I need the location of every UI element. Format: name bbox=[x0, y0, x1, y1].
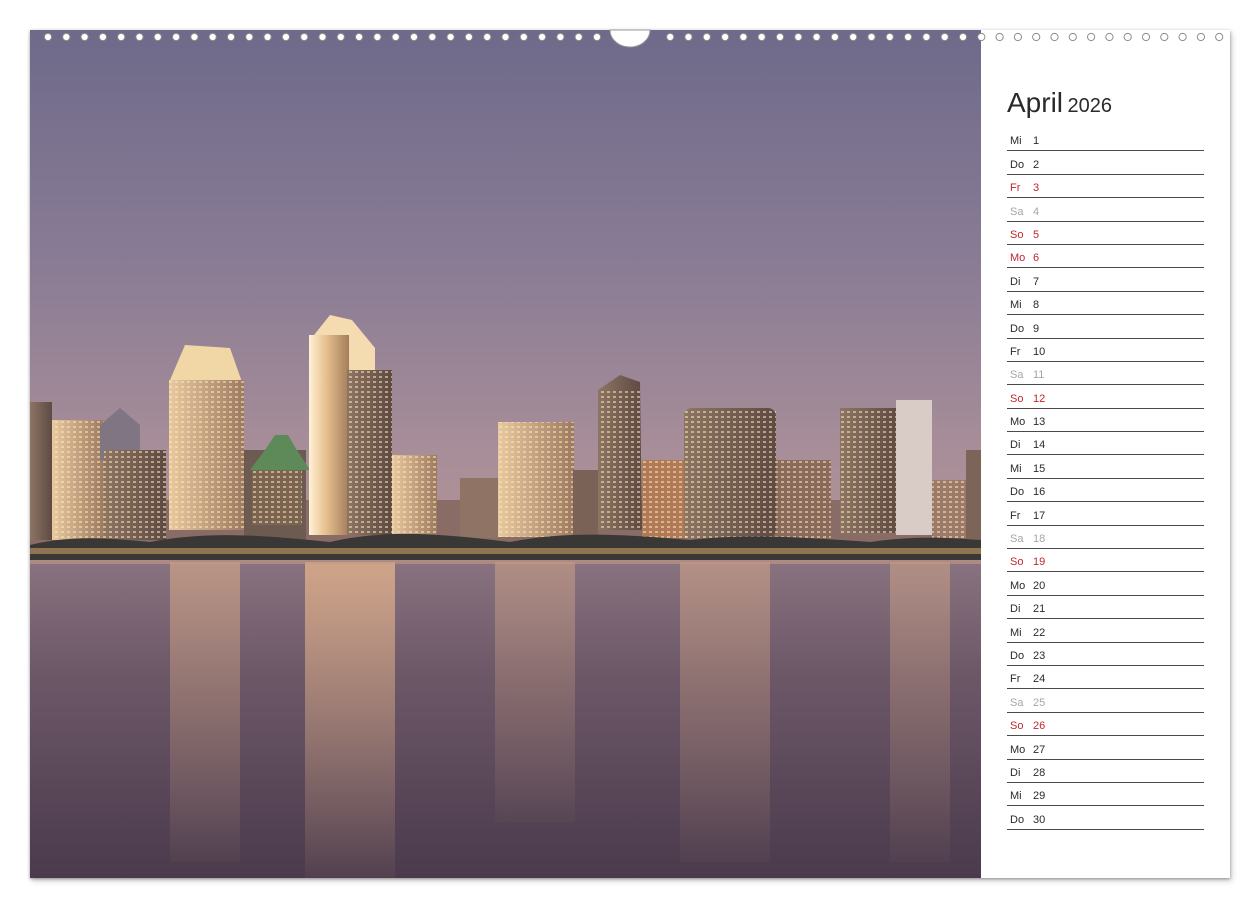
day-row: Di 28 bbox=[1007, 760, 1204, 783]
day-row: So 5 bbox=[1007, 222, 1204, 245]
day-row: Mi 8 bbox=[1007, 292, 1204, 316]
day-number: 22 bbox=[1033, 626, 1046, 639]
day-row: So 26 bbox=[1007, 713, 1204, 737]
day-number: 12 bbox=[1033, 392, 1046, 405]
day-number: 4 bbox=[1033, 205, 1040, 218]
weekday-label: Sa bbox=[1010, 205, 1024, 218]
day-number: 13 bbox=[1033, 416, 1046, 429]
weekday-label: Do bbox=[1010, 486, 1025, 499]
day-row: Sa 18 bbox=[1007, 526, 1204, 550]
day-row: Di 7 bbox=[1007, 268, 1204, 292]
weekday-label: Di bbox=[1010, 439, 1021, 452]
day-row: Fr 24 bbox=[1007, 666, 1204, 690]
day-number: 19 bbox=[1033, 556, 1046, 569]
weekday-label: Mi bbox=[1010, 299, 1022, 312]
day-row: Sa 11 bbox=[1007, 362, 1204, 386]
weekday-label: So bbox=[1010, 392, 1024, 405]
day-number: 3 bbox=[1033, 182, 1040, 195]
day-number: 21 bbox=[1033, 603, 1046, 616]
weekday-label: Di bbox=[1010, 275, 1021, 288]
month-year: 2026 bbox=[1067, 95, 1112, 117]
day-row: Mo 27 bbox=[1007, 736, 1204, 760]
weekday-label: Sa bbox=[1010, 369, 1024, 382]
day-number: 8 bbox=[1033, 299, 1040, 312]
day-row: Do 16 bbox=[1007, 479, 1204, 503]
day-row: Mo 6 bbox=[1007, 245, 1204, 269]
day-number: 17 bbox=[1033, 509, 1046, 522]
day-number: 23 bbox=[1033, 649, 1046, 662]
day-number: 10 bbox=[1033, 345, 1046, 358]
day-row: Do 9 bbox=[1007, 315, 1204, 339]
day-list: Mi 1 Do 2 Fr 3 Sa 4 So 5 Mo 6 Di 7 Mi 8 Do 9 Fr 10 Sa 11 So 12 M… bbox=[1007, 128, 1204, 830]
day-number: 9 bbox=[1033, 322, 1040, 335]
day-row: Mi 22 bbox=[1007, 619, 1204, 643]
day-row: Mi 1 bbox=[1007, 128, 1204, 152]
weekday-label: Mi bbox=[1010, 626, 1022, 639]
weekday-label: Fr bbox=[1010, 345, 1021, 358]
day-number: 7 bbox=[1033, 275, 1040, 288]
day-row: Mi 29 bbox=[1007, 783, 1204, 807]
weekday-label: So bbox=[1010, 720, 1024, 733]
weekday-label: Fr bbox=[1010, 509, 1021, 522]
day-number: 30 bbox=[1033, 813, 1046, 826]
weekday-label: Do bbox=[1010, 158, 1025, 171]
day-number: 2 bbox=[1033, 158, 1040, 171]
weekday-label: Fr bbox=[1010, 182, 1021, 195]
weekday-label: Fr bbox=[1010, 673, 1021, 686]
day-number: 27 bbox=[1033, 743, 1046, 756]
weekday-label: Mi bbox=[1010, 790, 1022, 803]
calendar-side-panel: April 2026 Mi 1 Do 2 Fr 3 Sa 4 So 5 Mo 6 Di 7 Mi 8 Do 9 Fr… bbox=[981, 30, 1230, 878]
weekday-label: Do bbox=[1010, 322, 1025, 335]
city-skyline-photo bbox=[30, 30, 981, 878]
day-number: 25 bbox=[1033, 696, 1046, 709]
day-number: 6 bbox=[1033, 252, 1040, 265]
weekday-label: So bbox=[1010, 556, 1024, 569]
day-row: Fr 10 bbox=[1007, 339, 1204, 362]
weekday-label: So bbox=[1010, 228, 1024, 241]
day-row: Mi 15 bbox=[1007, 455, 1204, 479]
weekday-label: Mo bbox=[1010, 743, 1026, 756]
weekday-label: Mo bbox=[1010, 579, 1026, 592]
weekday-label: Sa bbox=[1010, 533, 1024, 546]
day-number: 16 bbox=[1033, 486, 1046, 499]
month-title: April 2026 bbox=[1007, 87, 1112, 119]
day-row: Sa 4 bbox=[1007, 198, 1204, 222]
weekday-label: Sa bbox=[1010, 696, 1024, 709]
month-name: April bbox=[1007, 87, 1064, 118]
weekday-label: Do bbox=[1010, 649, 1025, 662]
weekday-label: Mi bbox=[1010, 135, 1022, 148]
weekday-label: Do bbox=[1010, 813, 1025, 826]
day-row: Di 14 bbox=[1007, 432, 1204, 456]
day-row: Fr 3 bbox=[1007, 175, 1204, 199]
day-number: 28 bbox=[1033, 766, 1046, 779]
day-row: Mo 13 bbox=[1007, 409, 1204, 433]
day-row: Do 30 bbox=[1007, 806, 1204, 830]
day-row: Do 2 bbox=[1007, 151, 1204, 175]
day-number: 24 bbox=[1033, 673, 1046, 686]
weekday-label: Mo bbox=[1010, 416, 1026, 429]
day-number: 14 bbox=[1033, 439, 1046, 452]
day-row: Sa 25 bbox=[1007, 689, 1204, 713]
day-row: So 12 bbox=[1007, 385, 1204, 409]
day-number: 18 bbox=[1033, 533, 1046, 546]
weekday-label: Mi bbox=[1010, 462, 1022, 475]
weekday-label: Di bbox=[1010, 603, 1021, 616]
weekday-label: Mo bbox=[1010, 252, 1026, 265]
day-row: Di 21 bbox=[1007, 596, 1204, 620]
day-number: 26 bbox=[1033, 720, 1046, 733]
day-row: Do 23 bbox=[1007, 643, 1204, 666]
day-number: 11 bbox=[1033, 369, 1045, 382]
day-number: 20 bbox=[1033, 579, 1046, 592]
day-number: 29 bbox=[1033, 790, 1046, 803]
day-row: Mo 20 bbox=[1007, 572, 1204, 596]
weekday-label: Di bbox=[1010, 766, 1021, 779]
day-row: So 19 bbox=[1007, 549, 1204, 573]
day-number: 5 bbox=[1033, 228, 1040, 241]
calendar-page: April 2026 Mi 1 Do 2 Fr 3 Sa 4 So 5 Mo 6 Di 7 Mi 8 Do 9 Fr… bbox=[30, 30, 1230, 878]
day-number: 15 bbox=[1033, 462, 1046, 475]
day-row: Fr 17 bbox=[1007, 502, 1204, 526]
day-number: 1 bbox=[1033, 135, 1040, 148]
